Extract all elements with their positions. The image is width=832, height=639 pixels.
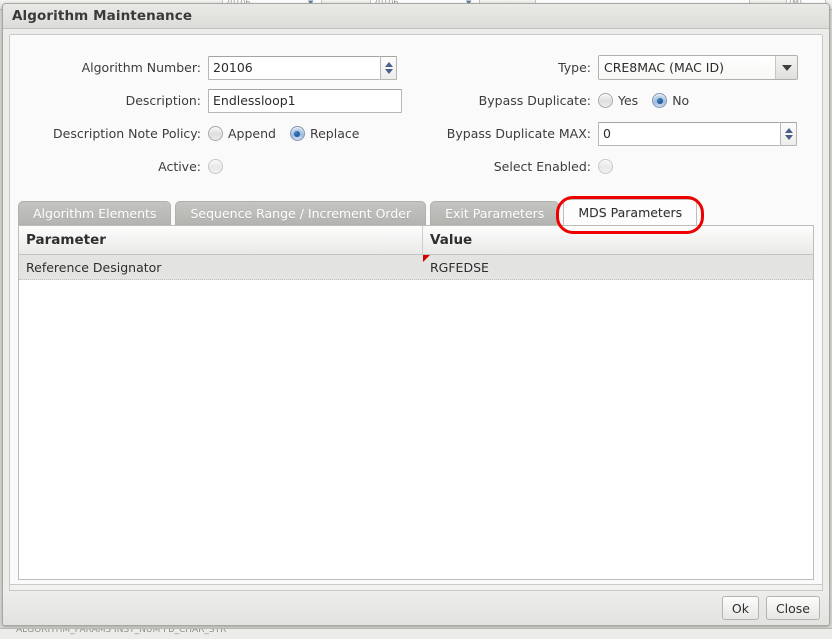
cell-flag-icon: [423, 255, 430, 262]
form-area: Algorithm Number: 20106 Description: Endles…: [10, 35, 822, 195]
column-header-value[interactable]: Value: [423, 226, 813, 254]
bypass-duplicate-radio-icon-1[interactable]: [652, 93, 668, 108]
algorithm-number-spinner-down-icon[interactable]: [384, 68, 393, 74]
type-selected-value: CRE8MAC (MAC ID): [599, 56, 775, 79]
select-enabled-radio-option-0[interactable]: [598, 159, 613, 174]
active-radio-group: [208, 159, 237, 174]
bypass-duplicate-radio-label-0: Yes: [618, 93, 639, 108]
label-bypass-duplicate: Bypass Duplicate:: [478, 93, 591, 108]
background-window-text: ALGORITHM_PARAMS INST_NUM FB_CHAR_STR: [16, 628, 227, 635]
description-note-policy-radio-icon-1[interactable]: [289, 126, 305, 141]
form-row-active: Active:: [10, 150, 412, 183]
description-note-policy-radio-option-0[interactable]: Append: [208, 126, 276, 141]
type-select[interactable]: CRE8MAC (MAC ID): [598, 55, 798, 80]
algorithm-number-input[interactable]: 20106: [208, 55, 380, 80]
description-note-policy-radio-group: Append Replace: [208, 126, 373, 141]
form-row-select-enabled: Select Enabled:: [412, 150, 822, 183]
bypass-duplicate-radio-option-0[interactable]: Yes: [598, 93, 638, 108]
tab-label-algorithm-elements: Algorithm Elements: [33, 206, 157, 221]
bypass-duplicate-max-spinner: 0: [598, 121, 797, 146]
form-column-right: Type: CRE8MAC (MAC ID) Bypass Duplicate: Ye…: [412, 51, 822, 183]
tab-exit-parameters[interactable]: Exit Parameters: [430, 201, 560, 225]
control-bypass-duplicate: Yes No: [598, 93, 703, 108]
description-input[interactable]: Endlessloop1: [208, 88, 402, 113]
ok-button[interactable]: Ok: [721, 596, 759, 620]
algorithm-maintenance-dialog: Algorithm Maintenance Algorithm Number: 2…: [2, 3, 830, 626]
description-note-policy-radio-option-1[interactable]: Replace: [289, 126, 360, 141]
cell-value[interactable]: RGFEDSE: [423, 255, 813, 279]
dialog-body: Algorithm Number: 20106 Description: Endles…: [9, 34, 823, 591]
bypass-duplicate-max-spinner-buttons: [780, 121, 797, 146]
bypass-duplicate-radio-icon-0[interactable]: [598, 93, 613, 108]
table-body: Reference Designator RGFEDSE: [19, 255, 813, 579]
form-row-bypass-duplicate-max: Bypass Duplicate MAX: 0: [412, 117, 822, 150]
background-window-bottom: ALGORITHM_PARAMS INST_NUM FB_CHAR_STR: [0, 628, 832, 639]
footer-separator: [10, 584, 822, 591]
control-description: Endlessloop1: [208, 88, 402, 113]
tab-strip: Algorithm Elements Sequence Range / Incre…: [18, 196, 814, 234]
tab-algorithm-elements[interactable]: Algorithm Elements: [18, 201, 172, 225]
algorithm-number-spinner-up-icon[interactable]: [384, 61, 393, 67]
label-algorithm-number: Algorithm Number:: [81, 60, 201, 75]
description-note-policy-radio-label-1: Replace: [309, 126, 360, 141]
tab-label-mds-parameters: MDS Parameters: [578, 205, 683, 220]
label-description-note-policy: Description Note Policy:: [53, 126, 201, 141]
control-select-enabled: [598, 159, 627, 174]
cell-value-text: RGFEDSE: [430, 259, 489, 275]
close-button[interactable]: Close: [765, 596, 820, 620]
tab-mds-parameters[interactable]: MDS Parameters: [563, 199, 698, 225]
tab-label-sequence-range-increment-order: Sequence Range / Increment Order: [190, 206, 412, 221]
control-active: [208, 159, 237, 174]
form-row-type: Type: CRE8MAC (MAC ID): [412, 51, 822, 84]
description-note-policy-radio-label-0: Append: [228, 126, 276, 141]
label-type: Type:: [558, 60, 591, 75]
form-row-description: Description: Endlessloop1: [10, 84, 412, 117]
description-note-policy-radio-icon-0[interactable]: [208, 126, 223, 141]
label-select-enabled: Select Enabled:: [493, 159, 591, 174]
control-bypass-duplicate-max: 0: [598, 121, 797, 146]
algorithm-number-spinner-buttons: [380, 55, 397, 80]
control-algorithm-number: 20106: [208, 55, 397, 80]
bypass-duplicate-max-spinner-down-icon[interactable]: [784, 134, 793, 140]
label-active: Active:: [158, 159, 201, 174]
dialog-button-bar: Ok Close: [3, 591, 829, 625]
tab-sequence-range-increment-order[interactable]: Sequence Range / Increment Order: [175, 201, 427, 225]
table-row[interactable]: Reference Designator RGFEDSE: [19, 255, 813, 280]
active-radio-icon-0[interactable]: [208, 159, 223, 174]
control-description-note-policy: Append Replace: [208, 126, 373, 141]
parameters-table: Parameter Value Reference Designator RGFE…: [18, 225, 814, 580]
label-bypass-duplicate-max: Bypass Duplicate MAX:: [446, 126, 591, 141]
bypass-duplicate-max-input[interactable]: 0: [598, 121, 780, 146]
bypass-duplicate-max-spinner-up-icon[interactable]: [784, 127, 793, 133]
form-row-algorithm-number: Algorithm Number: 20106: [10, 51, 412, 84]
dialog-titlebar: Algorithm Maintenance: [3, 4, 829, 29]
form-row-description-note-policy: Description Note Policy: Append Replace: [10, 117, 412, 150]
chevron-down-icon[interactable]: [775, 56, 797, 79]
dialog-title: Algorithm Maintenance: [12, 8, 193, 24]
table-header-row: Parameter Value: [19, 226, 813, 255]
form-row-bypass-duplicate: Bypass Duplicate: Yes No: [412, 84, 822, 117]
select-enabled-radio-icon-0[interactable]: [598, 159, 613, 174]
algorithm-number-spinner: 20106: [208, 55, 397, 80]
column-header-parameter[interactable]: Parameter: [19, 226, 423, 254]
label-description: Description:: [125, 93, 201, 108]
control-type: CRE8MAC (MAC ID): [598, 55, 798, 80]
bypass-duplicate-radio-group: Yes No: [598, 93, 703, 108]
active-radio-option-0[interactable]: [208, 159, 223, 174]
form-column-left: Algorithm Number: 20106 Description: Endles…: [10, 51, 412, 183]
bypass-duplicate-radio-label-1: No: [672, 93, 690, 108]
tab-label-exit-parameters: Exit Parameters: [445, 206, 545, 221]
cell-parameter[interactable]: Reference Designator: [19, 255, 423, 279]
select-enabled-radio-group: [598, 159, 627, 174]
bypass-duplicate-radio-option-1[interactable]: No: [652, 93, 689, 108]
